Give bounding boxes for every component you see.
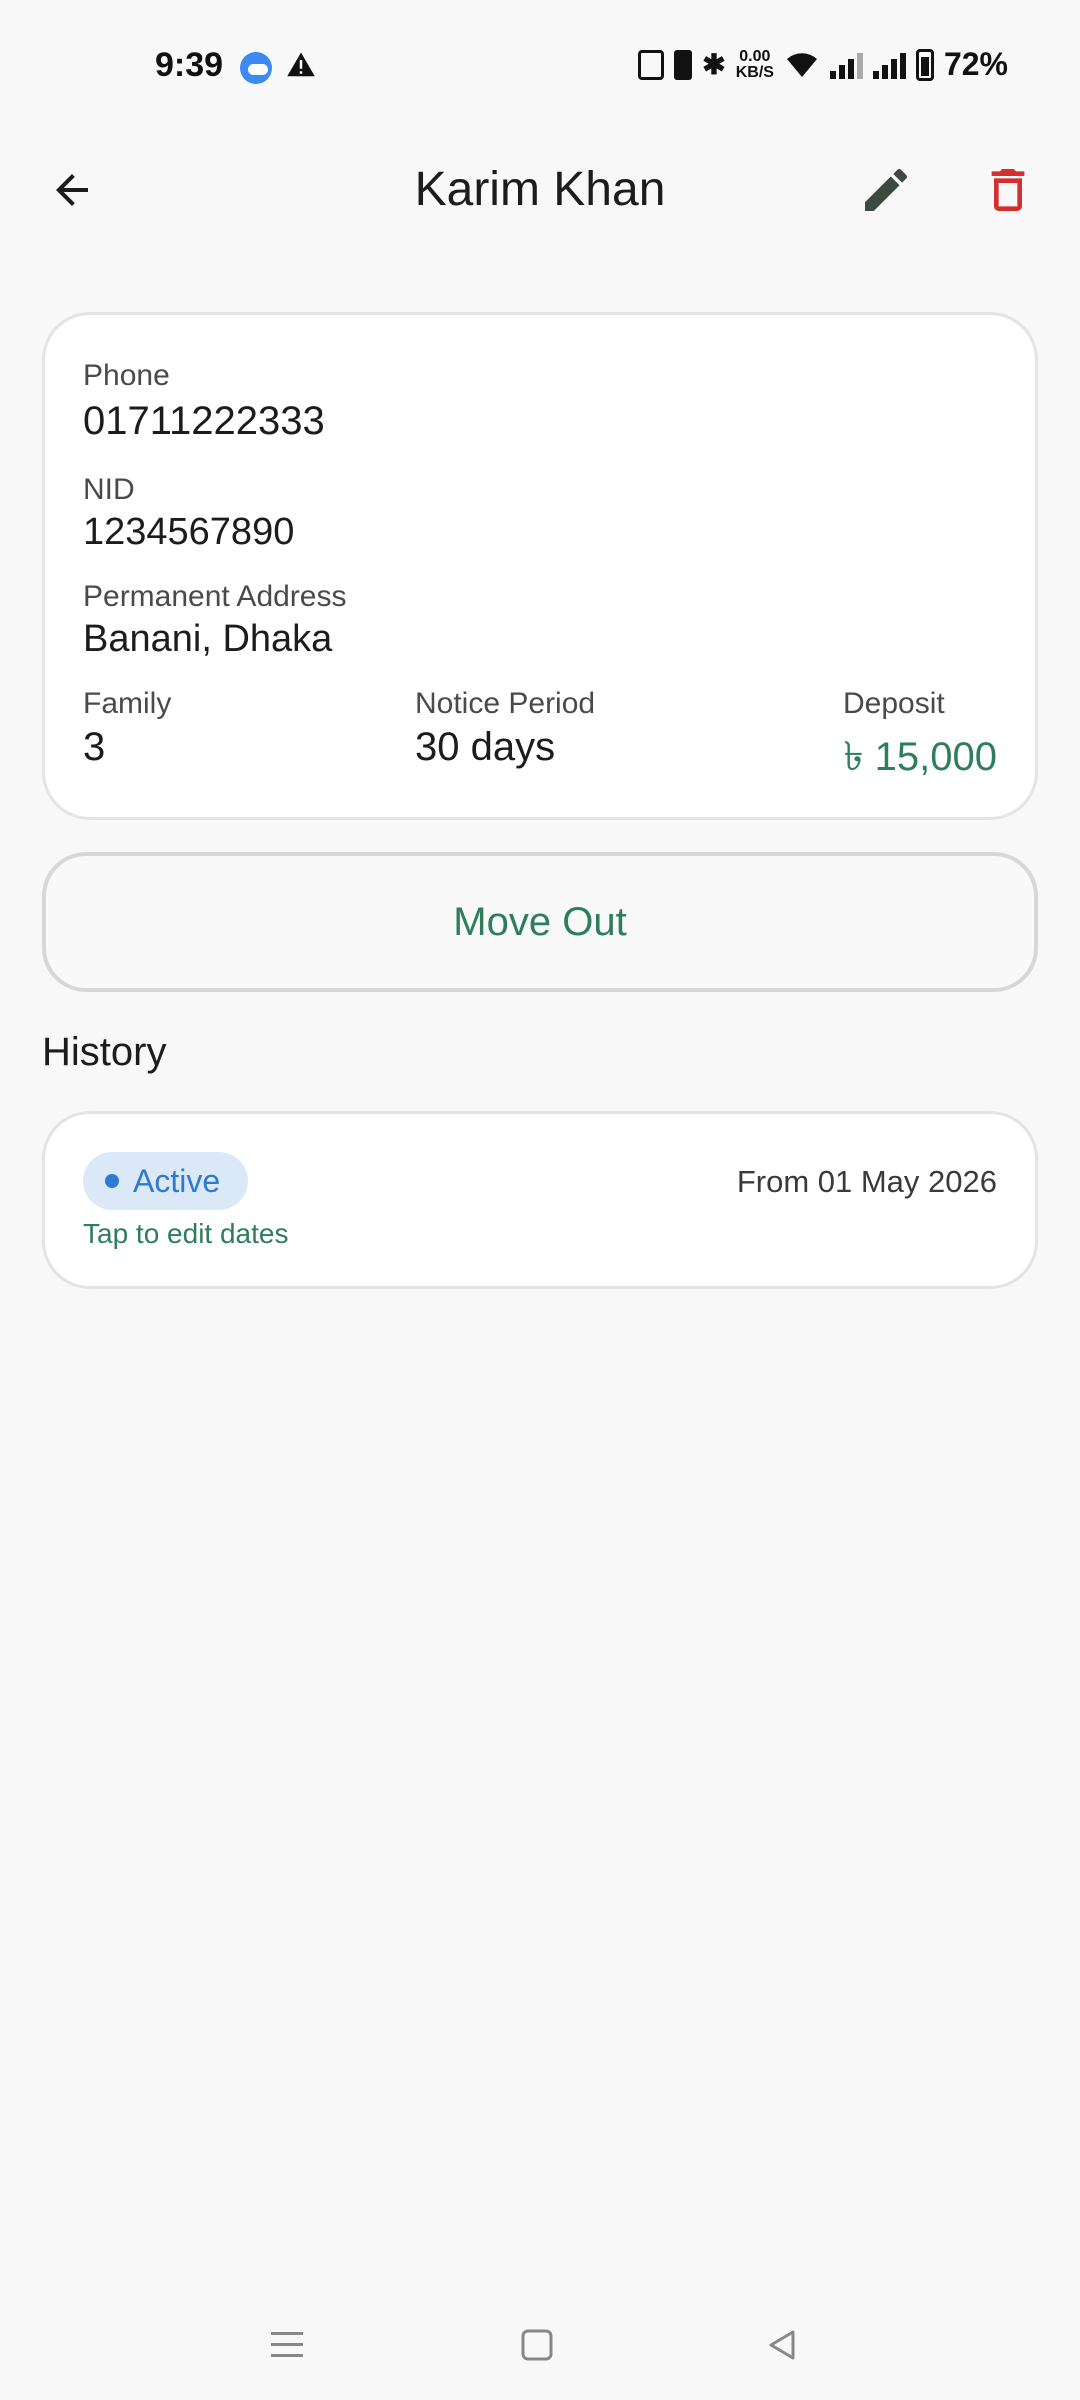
phone-label: Phone xyxy=(83,359,170,392)
notice-period-value: 30 days xyxy=(415,725,556,769)
bluetooth-icon: ✱ xyxy=(702,49,726,80)
back-triangle-icon xyxy=(769,2330,795,2360)
family-value: 3 xyxy=(83,725,106,769)
net-speed-value: 0.00 xyxy=(739,47,771,65)
weather-icon xyxy=(240,52,272,84)
nfc-icon xyxy=(638,49,665,80)
delete-button[interactable] xyxy=(972,158,1044,222)
recents-button[interactable] xyxy=(257,2320,317,2370)
edit-dates-hint: Tap to edit dates xyxy=(83,1218,289,1249)
tenant-info-card: Phone 01711222333 NID 1234567890 Permane… xyxy=(42,312,1038,820)
address-value: Banani, Dhaka xyxy=(83,618,333,660)
home-square-icon xyxy=(521,2329,553,2361)
move-out-button[interactable]: Move Out xyxy=(42,852,1038,992)
status-badge-label: Active xyxy=(133,1162,221,1199)
address-label: Permanent Address xyxy=(83,580,347,613)
menu-icon xyxy=(271,2332,303,2357)
notice-period-label: Notice Period xyxy=(415,687,596,720)
edit-button[interactable] xyxy=(850,158,922,222)
deposit-value: ৳ 15,000 xyxy=(843,735,997,779)
top-app-bar: Karim Khan xyxy=(0,140,1080,240)
battery-icon xyxy=(915,48,934,81)
battery-percent: 72% xyxy=(943,46,1008,82)
status-dot-icon xyxy=(105,1174,119,1188)
back-nav-button[interactable] xyxy=(752,2320,812,2370)
pencil-icon xyxy=(865,168,908,211)
net-speed: 0.00 KB/S xyxy=(735,47,774,81)
net-speed-unit: KB/S xyxy=(735,63,774,81)
status-bar: 9:39 ✱ 0.00 KB/S 72% xyxy=(0,0,1080,140)
nid-value: 1234567890 xyxy=(83,511,295,553)
signal-icon xyxy=(829,51,863,79)
status-badge: Active xyxy=(83,1152,249,1210)
vibrate-icon xyxy=(674,49,693,80)
warning-icon xyxy=(287,52,315,77)
status-icons: ✱ 0.00 KB/S 72% xyxy=(638,46,1008,83)
from-date: From 01 May 2026 xyxy=(736,1164,997,1199)
home-button[interactable] xyxy=(507,2320,567,2370)
trash-icon xyxy=(991,169,1025,211)
system-nav-bar xyxy=(0,2300,1080,2390)
nid-label: NID xyxy=(83,473,135,506)
status-time: 9:39 xyxy=(155,46,224,84)
wifi-icon xyxy=(786,52,817,77)
phone-value: 01711222333 xyxy=(83,399,325,443)
deposit-label: Deposit xyxy=(843,687,945,720)
history-item[interactable]: Active Tap to edit dates From 01 May 202… xyxy=(42,1111,1038,1289)
history-heading: History xyxy=(42,1030,167,1074)
family-label: Family xyxy=(83,687,172,720)
signal-icon-2 xyxy=(872,51,906,79)
